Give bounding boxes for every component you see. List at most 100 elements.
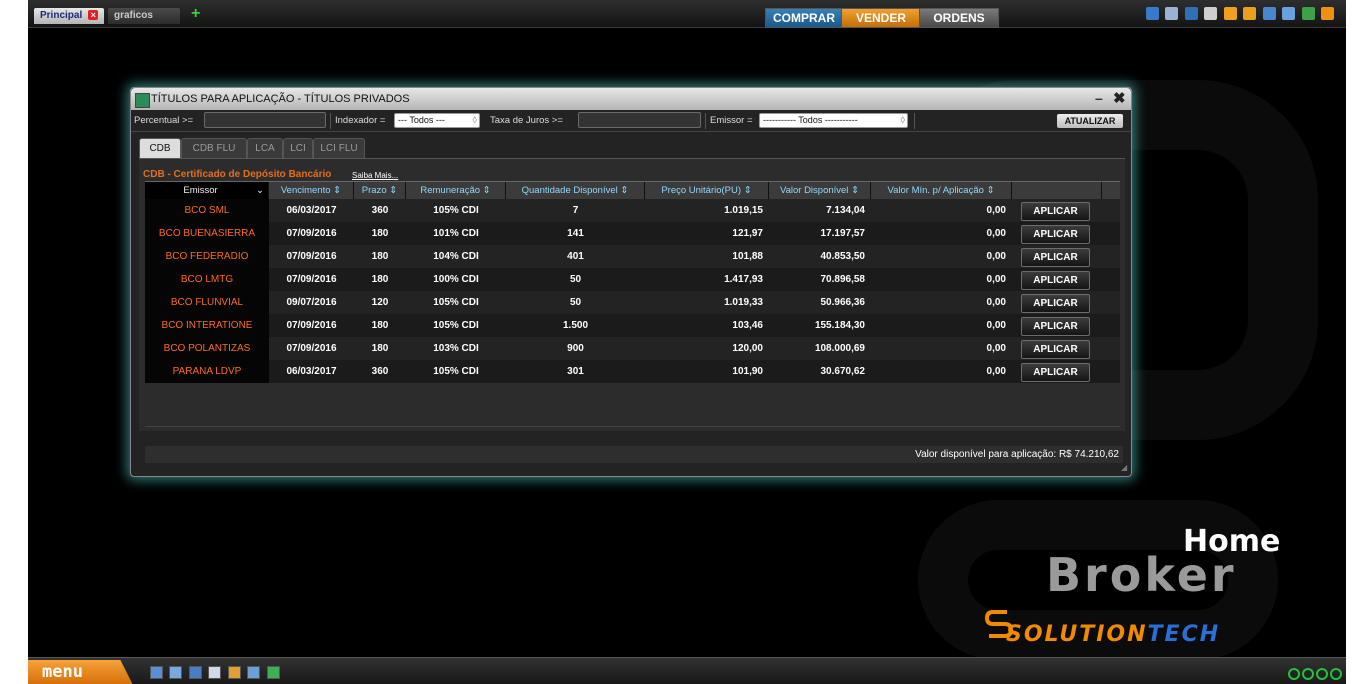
prazo-cell: 360 (371, 205, 389, 216)
column-header-label: Remuneração (420, 185, 481, 196)
column-header-preco[interactable]: Preço Unitário(PU) ⇕ (645, 182, 769, 199)
aplicar-button[interactable]: APLICAR (1021, 248, 1090, 267)
column-header-quantidade[interactable]: Quantidade Disponível ⇕ (506, 182, 645, 199)
table-row: BCO BUENASIERRA 07/09/2016 180 101% CDI 141 1… (145, 222, 1120, 245)
tab-lca[interactable]: LCA (247, 138, 283, 158)
table-row: BCO FLUNVIAL 09/07/2016 120 105% CDI 50 1.019… (145, 291, 1120, 314)
tab-lci-flu[interactable]: LCI FLU (313, 138, 365, 158)
section-title: CDB - Certificado de Depósito Bancário (143, 169, 332, 180)
indexador-selected-value: --- Todos --- (398, 115, 445, 125)
close-button[interactable]: ✖ (1113, 89, 1126, 107)
bottom-bar: menu (28, 657, 1346, 684)
emissor-cell: BCO LMTG (145, 268, 269, 291)
resize-handle-icon[interactable]: ◢ (1121, 463, 1129, 472)
available-amount: Valor disponível para aplicação: R$ 74.2… (915, 449, 1119, 460)
chart-icon[interactable] (208, 666, 222, 679)
edit-icon[interactable] (266, 666, 280, 679)
status-dot-icon (1316, 668, 1328, 680)
column-header-vencimento[interactable]: Vencimento ⇕ (269, 182, 354, 199)
aplicar-button[interactable]: APLICAR (1021, 294, 1090, 313)
lock-icon[interactable] (1223, 7, 1237, 20)
preco-cell: 101,90 (732, 366, 763, 377)
emissor-cell: BCO POLANTIZAS (145, 337, 269, 360)
column-header-label: Prazo (361, 185, 387, 196)
tab-cdb[interactable]: CDB (139, 138, 181, 158)
remuneracao-cell: 105% CDI (433, 366, 479, 377)
valor-minimo-cell: 0,00 (986, 343, 1006, 354)
close-tab-icon[interactable]: × (88, 10, 99, 20)
tab-cdb-flu[interactable]: CDB FLU (181, 138, 247, 158)
preco-cell: 121,97 (732, 228, 763, 239)
edit-icon[interactable] (1301, 7, 1315, 20)
aplicar-button[interactable]: APLICAR (1021, 317, 1090, 336)
quantidade-cell: 401 (567, 251, 584, 262)
column-header-emissor[interactable]: Emissor ⌄ (145, 182, 269, 199)
prazo-cell: 180 (371, 251, 389, 262)
download-icon[interactable] (1321, 7, 1335, 20)
menu-button[interactable]: menu (28, 660, 133, 684)
orders-button[interactable]: ORDENS (919, 8, 999, 28)
sort-icon: ⇕ (620, 185, 629, 196)
atualizar-button[interactable]: ATUALIZAR (1057, 114, 1123, 128)
tab-graficos[interactable]: graficos (108, 8, 180, 24)
grid-icon[interactable] (1262, 7, 1276, 20)
saiba-mais-link[interactable]: Saiba Mais... (352, 171, 398, 180)
column-header-remuneracao[interactable]: Remuneração ⇕ (406, 182, 506, 199)
tab-principal[interactable]: Principal × (34, 8, 105, 24)
indexador-select[interactable]: --- Todos --- ◊ (394, 113, 480, 128)
emissor-select[interactable]: ----------- Todos ----------- ◊ (759, 113, 908, 128)
add-tab-button[interactable]: + (191, 5, 200, 23)
aplicar-button[interactable]: APLICAR (1021, 340, 1090, 359)
remuneracao-cell: 105% CDI (433, 205, 479, 216)
camera-icon[interactable] (1146, 7, 1159, 20)
minimize-button[interactable]: – (1095, 90, 1103, 106)
vencimento-cell: 07/09/2016 (286, 228, 337, 239)
window-title-bar[interactable]: TÍTULOS PARA APLICAÇÃO - TÍTULOS PRIVADO… (131, 88, 1131, 110)
column-header-valor-minimo[interactable]: Valor Mín. p/ Aplicação ⇕ (871, 182, 1012, 199)
aplicar-button[interactable]: APLICAR (1021, 271, 1090, 290)
status-dot-icon (1288, 668, 1300, 680)
aplicar-button[interactable]: APLICAR (1021, 225, 1090, 244)
aplicar-button[interactable]: APLICAR (1021, 202, 1090, 221)
aplicar-button[interactable]: APLICAR (1021, 363, 1090, 382)
emissor-cell: BCO FEDERADIO (145, 245, 269, 268)
save-icon[interactable] (1184, 7, 1198, 20)
table-row: BCO FEDERADIO 07/09/2016 180 104% CDI 401 101… (145, 245, 1120, 268)
table-icon[interactable] (169, 666, 183, 679)
quantidade-cell: 7 (572, 205, 579, 216)
list-icon[interactable] (150, 666, 163, 679)
quantidade-cell: 141 (567, 228, 584, 239)
remuneracao-cell: 105% CDI (433, 320, 479, 331)
valor-minimo-cell: 0,00 (986, 205, 1006, 216)
prazo-cell: 180 (371, 320, 389, 331)
book-icon[interactable] (188, 666, 202, 679)
column-header-label: Quantidade Disponível (521, 185, 618, 196)
buy-button[interactable]: COMPRAR (765, 8, 843, 28)
news-icon[interactable] (247, 666, 261, 679)
prazo-cell: 180 (371, 343, 389, 354)
valor-minimo-cell: 0,00 (986, 366, 1006, 377)
sell-button[interactable]: VENDER (841, 8, 921, 28)
sort-icon: ⇕ (851, 185, 860, 196)
remuneracao-cell: 105% CDI (433, 297, 479, 308)
tab-lci[interactable]: LCI (283, 138, 313, 158)
emissor-cell: BCO FLUNVIAL (145, 291, 269, 314)
chevron-down-icon: ◊ (900, 115, 905, 125)
column-header-action (1012, 182, 1102, 199)
valor-minimo-cell: 0,00 (986, 228, 1006, 239)
user-icon[interactable] (1165, 7, 1179, 20)
valor-disponivel-cell: 108.000,69 (814, 343, 865, 354)
prazo-cell: 180 (371, 274, 389, 285)
column-header-prazo[interactable]: Prazo ⇕ (354, 182, 406, 199)
taxa-input[interactable] (578, 112, 701, 128)
tools-icon[interactable] (1282, 7, 1296, 20)
document-icon[interactable] (1204, 7, 1218, 20)
folder-icon[interactable] (1243, 7, 1257, 20)
tab-graficos-label: graficos (114, 10, 153, 21)
percentual-input[interactable] (204, 112, 326, 128)
divider (705, 113, 706, 129)
emissor-label: Emissor = (710, 115, 753, 126)
column-header-valor-disponivel[interactable]: Valor Disponível ⇕ (769, 182, 871, 199)
document-icon[interactable] (227, 666, 241, 679)
brand-tech-text: TECH (1147, 622, 1221, 647)
